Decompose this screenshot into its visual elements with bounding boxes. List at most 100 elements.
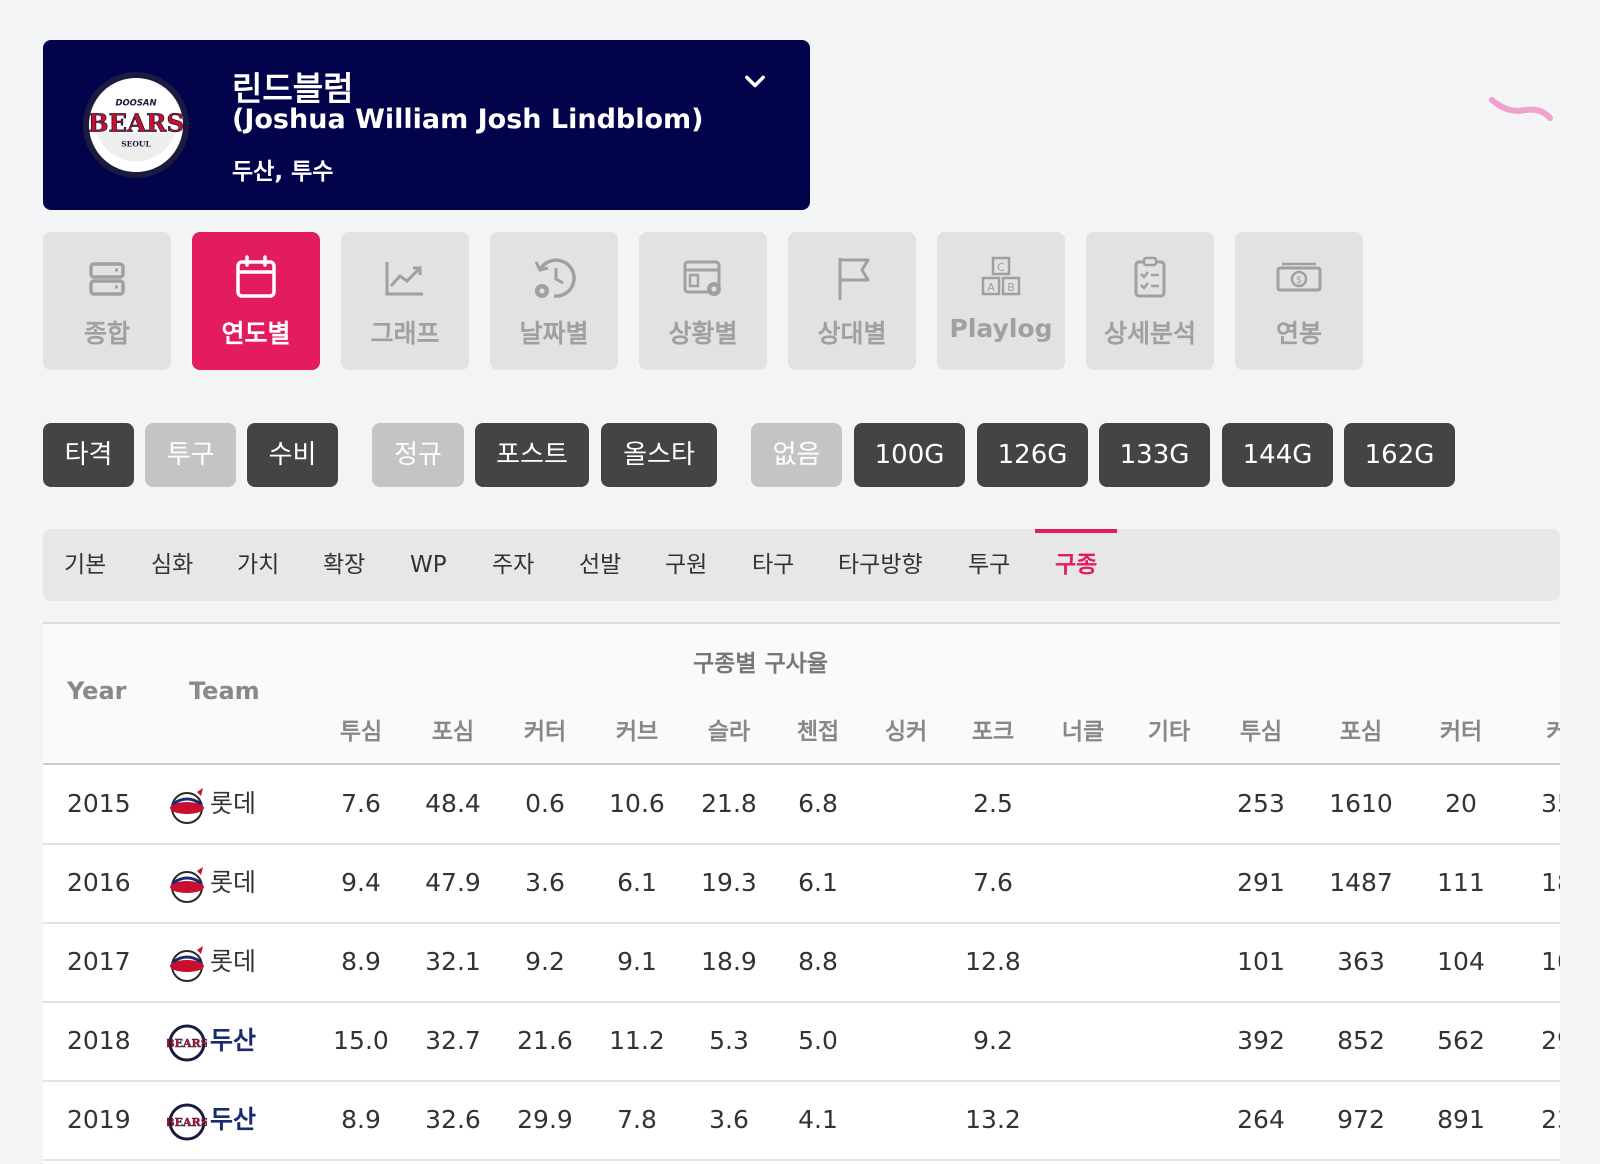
logo-main-text: BEARS xyxy=(89,109,183,138)
filter-games-133[interactable]: 133G xyxy=(1099,423,1210,487)
subtab-pitching[interactable]: 투구 xyxy=(968,529,1010,601)
filter-post[interactable]: 포스트 xyxy=(475,423,589,487)
tab-detail-analysis[interactable]: 상세분석 xyxy=(1086,232,1214,370)
stat-cell: 18.9 xyxy=(701,947,757,976)
table-row[interactable]: 2019 BEARS 두산 8.9 32.6 29.9 7.8 3.6 4.1 13.2 264 97… xyxy=(43,1081,1560,1161)
subtab-pitch-type[interactable]: 구종 xyxy=(1034,529,1118,601)
column-header[interactable]: 커터 xyxy=(1416,712,1506,746)
team-name: 롯데 xyxy=(210,868,257,897)
logo-top-text: DOOSAN xyxy=(115,97,156,107)
column-header[interactable]: 포심 xyxy=(1316,712,1406,746)
year-cell: 2016 xyxy=(67,868,131,897)
table-row[interactable]: 2017 롯데 8.9 32.1 9.2 9.1 18.9 8.8 12.8 101 363 104 1… xyxy=(43,923,1560,1003)
subtab-wp[interactable]: WP xyxy=(410,529,447,601)
filter-games-100[interactable]: 100G xyxy=(854,423,965,487)
subtab-batted-direction[interactable]: 타구방향 xyxy=(838,529,923,601)
filter-allstar[interactable]: 올스타 xyxy=(601,423,717,487)
svg-text:C: C xyxy=(997,261,1005,274)
stat-cell: 111 xyxy=(1437,868,1485,897)
tab-playlog[interactable]: C A B Playlog xyxy=(937,232,1065,370)
subtab-advanced[interactable]: 심화 xyxy=(151,529,193,601)
column-header[interactable]: 첸접 xyxy=(773,712,863,746)
filter-fielding[interactable]: 수비 xyxy=(247,423,338,487)
year-header[interactable]: Year xyxy=(67,677,126,705)
money-icon: $ xyxy=(1276,262,1322,292)
stat-cell: 35 xyxy=(1541,789,1560,818)
tab-yearly[interactable]: 연도별 xyxy=(192,232,320,370)
stat-cell: 32.7 xyxy=(425,1026,481,1055)
stat-cell: 18 xyxy=(1541,868,1560,897)
stat-cell: 291 xyxy=(1237,868,1285,897)
column-header[interactable]: 기타 xyxy=(1124,712,1214,746)
column-header[interactable]: 포심 xyxy=(408,712,498,746)
history-gear-icon xyxy=(534,258,576,298)
tab-label: 상황별 xyxy=(668,319,738,348)
team-logo: DOOSAN BEARS SEOUL xyxy=(83,72,189,178)
decorative-stroke-icon xyxy=(1489,97,1553,121)
calendar-icon xyxy=(236,255,276,298)
chevron-down-icon[interactable] xyxy=(741,68,769,96)
stat-cell: 363 xyxy=(1337,947,1385,976)
tab-summary[interactable]: 종합 xyxy=(43,232,171,370)
filter-games-162[interactable]: 162G xyxy=(1344,423,1455,487)
stat-cell: 23 xyxy=(1541,1105,1560,1134)
team-header[interactable]: Team xyxy=(189,677,260,705)
subtab-reliever[interactable]: 구원 xyxy=(665,529,707,601)
column-header[interactable]: 커 xyxy=(1512,712,1560,746)
column-header[interactable]: 포크 xyxy=(948,712,1038,746)
filter-games-126[interactable]: 126G xyxy=(977,423,1088,487)
column-header[interactable]: 너클 xyxy=(1038,712,1128,746)
stat-cell: 891 xyxy=(1437,1105,1485,1134)
subtab-basic[interactable]: 기본 xyxy=(64,529,106,601)
stat-cell: 4.1 xyxy=(798,1105,838,1134)
column-header[interactable]: 커브 xyxy=(592,712,682,746)
subtab-starter[interactable]: 선발 xyxy=(579,529,621,601)
tab-opponent[interactable]: 상대별 xyxy=(788,232,916,370)
stat-cell: 6.1 xyxy=(617,868,657,897)
filter-regular[interactable]: 정규 xyxy=(372,423,464,487)
subtab-extended[interactable]: 확장 xyxy=(323,529,365,601)
tab-daily[interactable]: 날짜별 xyxy=(490,232,618,370)
column-header[interactable]: 커터 xyxy=(500,712,590,746)
tab-label: 연봉 xyxy=(1275,319,1322,348)
table-row[interactable]: 2016 롯데 9.4 47.9 3.6 6.1 19.3 6.1 7.6 291 1487 111 1… xyxy=(43,844,1560,924)
stat-cell: 29 xyxy=(1541,1026,1560,1055)
stat-cell: 392 xyxy=(1237,1026,1285,1055)
column-header[interactable]: 싱커 xyxy=(861,712,951,746)
stat-cell: 10.6 xyxy=(609,789,665,818)
tab-situation[interactable]: 상황별 xyxy=(639,232,767,370)
filter-pitching[interactable]: 투구 xyxy=(145,423,236,487)
stat-cell: 5.3 xyxy=(709,1026,749,1055)
column-header[interactable]: 슬라 xyxy=(684,712,774,746)
tab-salary[interactable]: $ 연봉 xyxy=(1235,232,1363,370)
subtab-value[interactable]: 가치 xyxy=(237,529,279,601)
stat-cell: 3.6 xyxy=(525,868,565,897)
stat-cell: 5.0 xyxy=(798,1026,838,1055)
filter-games-144[interactable]: 144G xyxy=(1222,423,1333,487)
subtab-runner[interactable]: 주자 xyxy=(492,529,534,601)
stat-cell: 9.2 xyxy=(973,1026,1013,1055)
player-card[interactable]: DOOSAN BEARS SEOUL 린드블럼 (Joshua William … xyxy=(43,40,810,210)
column-header[interactable]: 투심 xyxy=(1216,712,1306,746)
filter-batting[interactable]: 타격 xyxy=(43,423,134,487)
stat-cell: 2.5 xyxy=(973,789,1013,818)
lotte-logo-icon xyxy=(170,867,204,903)
bears-logo-icon: BEARS xyxy=(167,1103,207,1141)
table-row[interactable]: 2018 BEARS 두산 15.0 32.7 21.6 11.2 5.3 5.0 9.2 392 8… xyxy=(43,1002,1560,1082)
year-cell: 2018 xyxy=(67,1026,131,1055)
year-cell: 2017 xyxy=(67,947,131,976)
chart-line-icon xyxy=(385,262,423,296)
stat-cell: 6.8 xyxy=(798,789,838,818)
year-cell: 2015 xyxy=(67,789,131,818)
subtab-batted-ball[interactable]: 타구 xyxy=(752,529,794,601)
filter-games-none[interactable]: 없음 xyxy=(751,423,842,487)
tab-label: 날짜별 xyxy=(519,319,589,348)
table-row[interactable]: 2015 롯데 7.6 48.4 0.6 10.6 21.8 6.8 2.5 253 1610 20 3… xyxy=(43,765,1560,845)
pitch-type-table: 구종별 구사율 Year Team 투심 포심 커터 커브 슬라 첸접 싱커 포크 너클 기타 투심… xyxy=(43,622,1560,1164)
group-header: 구종별 구사율 xyxy=(693,651,828,677)
tab-graph[interactable]: 그래프 xyxy=(341,232,469,370)
column-header[interactable]: 투심 xyxy=(316,712,406,746)
clipboard-check-icon xyxy=(1134,256,1166,298)
stat-cell: 19.3 xyxy=(701,868,757,897)
stat-cell: 10 xyxy=(1541,947,1560,976)
